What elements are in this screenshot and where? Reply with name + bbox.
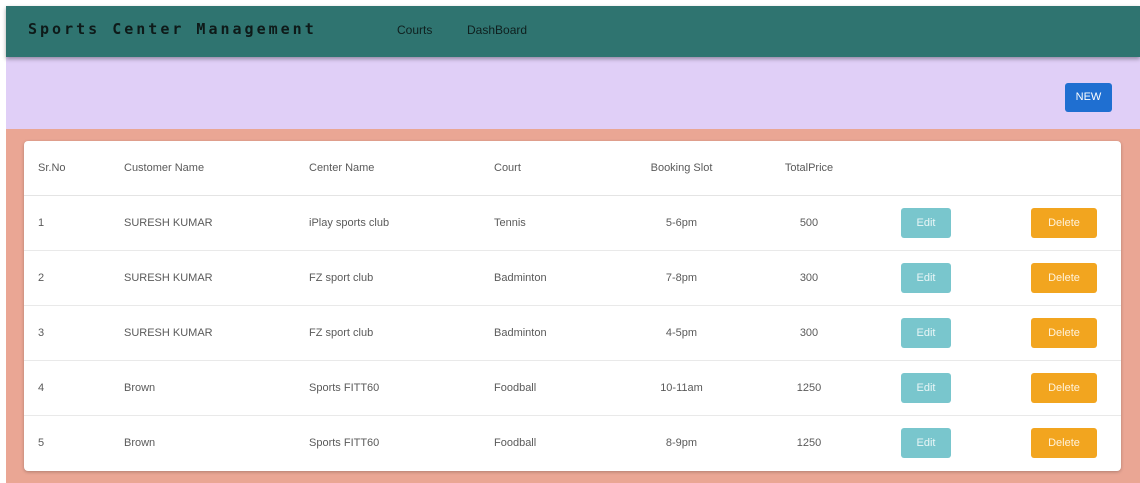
cell-booking-slot: 4-5pm xyxy=(604,305,759,361)
edit-button[interactable]: Edit xyxy=(901,263,951,293)
delete-button[interactable]: Delete xyxy=(1031,263,1097,293)
bookings-card: Sr.No Customer Name Center Name Court Bo… xyxy=(24,141,1121,471)
cell-sr-no: 4 xyxy=(24,360,124,416)
top-navbar: Sports Center Management Courts DashBoar… xyxy=(6,6,1140,57)
header-sr-no: Sr.No xyxy=(24,141,124,196)
cell-edit: Edit xyxy=(859,305,977,361)
cell-edit: Edit xyxy=(859,360,977,416)
header-delete xyxy=(977,141,1121,196)
cell-customer-name: Brown xyxy=(124,360,309,416)
bookings-table: Sr.No Customer Name Center Name Court Bo… xyxy=(24,141,1121,470)
app-frame: Sports Center Management Courts DashBoar… xyxy=(6,6,1140,483)
delete-button[interactable]: Delete xyxy=(1031,428,1097,458)
cell-customer-name: SURESH KUMAR xyxy=(124,305,309,361)
cell-sr-no: 2 xyxy=(24,250,124,306)
cell-booking-slot: 10-11am xyxy=(604,360,759,416)
edit-button[interactable]: Edit xyxy=(901,318,951,348)
edit-button[interactable]: Edit xyxy=(901,208,951,238)
cell-delete: Delete xyxy=(977,250,1121,306)
header-total-price: TotalPrice xyxy=(759,141,859,196)
cell-center-name: iPlay sports club xyxy=(309,195,494,251)
cell-edit: Edit xyxy=(859,250,977,306)
cell-total-price: 1250 xyxy=(796,437,822,449)
cell-total-price: 500 xyxy=(759,195,859,251)
app-brand[interactable]: Sports Center Management xyxy=(28,20,317,38)
header-booking-slot: Booking Slot xyxy=(604,141,759,196)
table-row: 3 SURESH KUMAR FZ sport club Badminton 4… xyxy=(24,305,1121,361)
table-header-row: Sr.No Customer Name Center Name Court Bo… xyxy=(24,141,1121,196)
cell-delete: Delete xyxy=(977,195,1121,251)
edit-button[interactable]: Edit xyxy=(901,373,951,403)
cell-booking-slot: 8-9pm xyxy=(665,437,698,449)
cell-delete: Delete xyxy=(977,305,1121,361)
cell-center-name: Sports FITT60 xyxy=(309,437,380,449)
nav-link-courts[interactable]: Courts xyxy=(397,23,432,37)
header-customer-name: Customer Name xyxy=(124,141,309,196)
cell-center-name: Sports FITT60 xyxy=(309,360,494,416)
cell-booking-slot: 5-6pm xyxy=(604,195,759,251)
action-bar: NEW xyxy=(6,57,1140,129)
table-row: 5 Brown Sports FITT60 Foodball 8-9pm 125… xyxy=(24,416,1121,471)
cell-sr-no: 1 xyxy=(24,195,124,251)
delete-button[interactable]: Delete xyxy=(1031,208,1097,238)
cell-edit: Edit xyxy=(859,195,977,251)
cell-sr-no: 5 xyxy=(38,437,45,449)
delete-button[interactable]: Delete xyxy=(1031,318,1097,348)
header-center-name: Center Name xyxy=(309,141,494,196)
header-edit xyxy=(859,141,977,196)
cell-court: Tennis xyxy=(494,195,604,251)
cell-edit: Edit xyxy=(859,416,977,471)
cell-court: Badminton xyxy=(494,250,604,306)
cell-customer-name: SURESH KUMAR xyxy=(124,250,309,306)
cell-center-name: FZ sport club xyxy=(309,250,494,306)
table-row: 2 SURESH KUMAR FZ sport club Badminton 7… xyxy=(24,250,1121,306)
edit-button[interactable]: Edit xyxy=(901,428,951,458)
cell-delete: Delete xyxy=(977,360,1121,416)
cell-court: Foodball xyxy=(494,360,604,416)
cell-total-price: 1250 xyxy=(759,360,859,416)
new-booking-button[interactable]: NEW xyxy=(1065,83,1112,112)
cell-total-price: 300 xyxy=(759,250,859,306)
cell-customer-name: SURESH KUMAR xyxy=(124,195,309,251)
cell-delete: Delete xyxy=(977,416,1121,471)
table-row: 4 Brown Sports FITT60 Foodball 10-11am 1… xyxy=(24,360,1121,416)
delete-button[interactable]: Delete xyxy=(1031,373,1097,403)
nav-link-dashboard[interactable]: DashBoard xyxy=(467,23,527,37)
cell-court: Badminton xyxy=(494,305,604,361)
content-area: Sr.No Customer Name Center Name Court Bo… xyxy=(6,129,1140,483)
cell-center-name: FZ sport club xyxy=(309,305,494,361)
cell-customer-name: Brown xyxy=(124,437,156,449)
header-court: Court xyxy=(494,141,604,196)
cell-total-price: 300 xyxy=(759,305,859,361)
table-row: 1 SURESH KUMAR iPlay sports club Tennis … xyxy=(24,195,1121,251)
cell-booking-slot: 7-8pm xyxy=(604,250,759,306)
cell-court: Foodball xyxy=(494,437,537,449)
cell-sr-no: 3 xyxy=(24,305,124,361)
